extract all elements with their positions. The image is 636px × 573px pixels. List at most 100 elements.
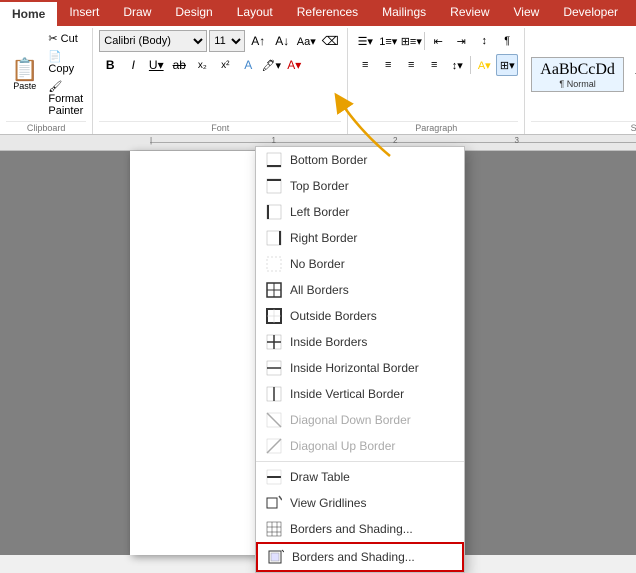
font-size-select[interactable]: 11 xyxy=(209,30,245,52)
borders-button[interactable]: ⊞▾ xyxy=(496,54,518,76)
tab-design[interactable]: Design xyxy=(163,0,224,26)
menu-item-horizontal-line[interactable]: Draw Table xyxy=(256,464,464,490)
borders-shading-icon xyxy=(268,549,284,565)
clear-format-button[interactable]: ⌫ xyxy=(319,30,341,52)
tab-draw[interactable]: Draw xyxy=(111,0,163,26)
italic-button[interactable]: I xyxy=(122,54,144,76)
menu-item-left-border[interactable]: Left Border xyxy=(256,199,464,225)
tab-mailings[interactable]: Mailings xyxy=(370,0,438,26)
ribbon-body: 📋 Paste ✂ Cut 📄 Copy 🖌 Format Painter Cl… xyxy=(0,26,636,135)
line-spacing-button[interactable]: ↕▾ xyxy=(446,54,468,76)
style-normal-label: ¶ Normal xyxy=(559,79,595,89)
menu-item-inside-vertical-label: Inside Vertical Border xyxy=(290,387,404,401)
show-hide-button[interactable]: ¶ xyxy=(496,30,518,52)
right-area: Bottom Border Top Border Left Border xyxy=(450,151,636,555)
align-center-button[interactable]: ≡ xyxy=(377,54,399,76)
menu-item-no-border-label: No Border xyxy=(290,257,345,271)
draw-table-icon xyxy=(266,495,282,511)
align-left-button[interactable]: ≡ xyxy=(354,54,376,76)
tab-developer[interactable]: Developer xyxy=(551,0,630,26)
tab-insert[interactable]: Insert xyxy=(57,0,111,26)
styles-group-label: Styles xyxy=(531,121,636,134)
left-margin xyxy=(0,151,130,555)
top-border-icon xyxy=(266,178,282,194)
tab-home[interactable]: Home xyxy=(0,0,57,26)
view-gridlines-icon xyxy=(266,521,282,537)
menu-item-all-borders[interactable]: All Borders xyxy=(256,277,464,303)
font-group-label: Font xyxy=(99,121,341,134)
sort-button[interactable]: ↕ xyxy=(473,30,495,52)
horizontal-line-icon xyxy=(266,469,282,485)
bold-button[interactable]: B xyxy=(99,54,121,76)
menu-item-view-gridlines[interactable]: Borders and Shading... xyxy=(256,516,464,542)
justify-button[interactable]: ≡ xyxy=(423,54,445,76)
text-effects-button[interactable]: A xyxy=(237,54,259,76)
menu-item-view-gridlines-label: Borders and Shading... xyxy=(290,522,413,536)
copy-button[interactable]: 📄 Copy xyxy=(45,48,86,77)
decrease-indent-button[interactable]: ⇤ xyxy=(427,30,449,52)
font-color-button[interactable]: A▾ xyxy=(283,54,305,76)
multilevel-button[interactable]: ⊞≡▾ xyxy=(400,30,422,52)
clipboard-group-content: 📋 Paste ✂ Cut 📄 Copy 🖌 Format Painter xyxy=(6,30,86,119)
bullets-button[interactable]: ☰▾ xyxy=(354,30,376,52)
format-painter-button[interactable]: 🖌 Format Painter xyxy=(45,78,86,119)
style-normal[interactable]: AaBbCcDd ¶ Normal xyxy=(531,57,624,92)
menu-item-inside-borders-label: Inside Borders xyxy=(290,335,367,349)
shading-button[interactable]: A▾ xyxy=(473,54,495,76)
diagonal-down-icon xyxy=(266,412,282,428)
tab-references[interactable]: References xyxy=(285,0,370,26)
text-highlight-button[interactable]: 🖊▾ xyxy=(260,54,282,76)
menu-item-inside-borders[interactable]: Inside Borders xyxy=(256,329,464,355)
menu-item-borders-shading[interactable]: Borders and Shading... xyxy=(256,542,464,572)
menu-item-draw-table-label: View Gridlines xyxy=(290,496,366,510)
ribbon-tabs: Home Insert Draw Design Layout Reference… xyxy=(0,0,636,26)
increase-font-button[interactable]: A↑ xyxy=(247,30,269,52)
style-normal-preview: AaBbCcDd xyxy=(540,60,615,79)
menu-item-top-border-label: Top Border xyxy=(290,179,349,193)
strikethrough-button[interactable]: ab xyxy=(168,54,190,76)
tab-help[interactable]: Help xyxy=(630,0,636,26)
menu-item-all-borders-label: All Borders xyxy=(290,283,349,297)
menu-item-diagonal-up[interactable]: Diagonal Up Border xyxy=(256,433,464,459)
underline-button[interactable]: U▾ xyxy=(145,54,167,76)
tab-review[interactable]: Review xyxy=(438,0,501,26)
menu-item-draw-table[interactable]: View Gridlines xyxy=(256,490,464,516)
menu-item-inside-vertical[interactable]: Inside Vertical Border xyxy=(256,381,464,407)
all-borders-icon xyxy=(266,282,282,298)
menu-item-outside-borders-label: Outside Borders xyxy=(290,309,377,323)
main-area: Bottom Border Top Border Left Border xyxy=(0,151,636,555)
left-border-icon xyxy=(266,204,282,220)
menu-item-outside-borders[interactable]: Outside Borders xyxy=(256,303,464,329)
menu-item-diagonal-up-label: Diagonal Up Border xyxy=(290,439,395,453)
menu-item-horizontal-line-label: Draw Table xyxy=(290,470,350,484)
menu-item-right-border-label: Right Border xyxy=(290,231,357,245)
decrease-font-button[interactable]: A↓ xyxy=(271,30,293,52)
menu-item-no-border[interactable]: No Border xyxy=(256,251,464,277)
right-border-icon xyxy=(266,230,282,246)
menu-item-right-border[interactable]: Right Border xyxy=(256,225,464,251)
font-group: Calibri (Body) 11 A↑ A↓ Aa▾ ⌫ B I U▾ ab … xyxy=(93,28,348,134)
arrow-annotation xyxy=(330,91,410,164)
tab-view[interactable]: View xyxy=(502,0,552,26)
style-no-spacing[interactable]: AaBbCcDd No Spa... xyxy=(626,57,636,92)
subscript-button[interactable]: x₂ xyxy=(191,54,213,76)
inside-vertical-icon xyxy=(266,386,282,402)
tab-layout[interactable]: Layout xyxy=(225,0,285,26)
align-right-button[interactable]: ≡ xyxy=(400,54,422,76)
font-name-select[interactable]: Calibri (Body) xyxy=(99,30,207,52)
menu-item-top-border[interactable]: Top Border xyxy=(256,173,464,199)
superscript-button[interactable]: x² xyxy=(214,54,236,76)
change-case-button[interactable]: Aa▾ xyxy=(295,30,317,52)
menu-item-left-border-label: Left Border xyxy=(290,205,349,219)
increase-indent-button[interactable]: ⇥ xyxy=(450,30,472,52)
menu-item-diagonal-down[interactable]: Diagonal Down Border xyxy=(256,407,464,433)
clipboard-label: Clipboard xyxy=(6,121,86,134)
menu-item-diagonal-down-label: Diagonal Down Border xyxy=(290,413,411,427)
numbering-button[interactable]: 1≡▾ xyxy=(377,30,399,52)
cut-button[interactable]: ✂ Cut xyxy=(45,30,86,47)
menu-item-borders-shading-label: Borders and Shading... xyxy=(292,550,415,564)
menu-item-inside-horizontal[interactable]: Inside Horizontal Border xyxy=(256,355,464,381)
ribbon: Home Insert Draw Design Layout Reference… xyxy=(0,0,636,135)
paste-button[interactable]: 📋 Paste xyxy=(6,56,43,94)
borders-dropdown-menu: Bottom Border Top Border Left Border xyxy=(255,146,465,573)
